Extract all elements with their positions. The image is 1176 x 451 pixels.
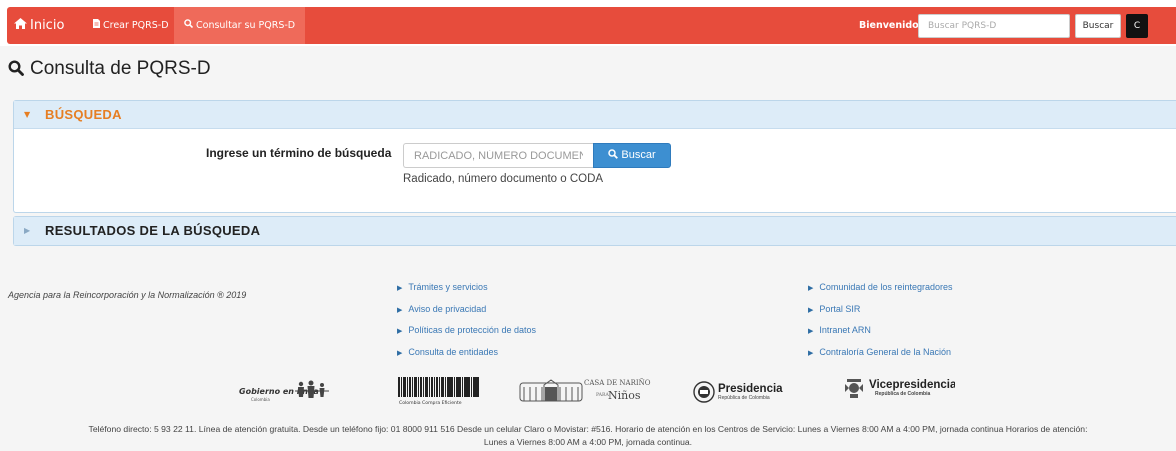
search-icon xyxy=(8,60,24,82)
nav-crear-link[interactable]: Crear PQRS-D xyxy=(93,7,169,44)
search-icon xyxy=(608,149,619,162)
svg-text:República de Colombia: República de Colombia xyxy=(718,395,770,401)
file-icon xyxy=(93,7,100,44)
nav-consultar-label: Consultar su PQRS-D xyxy=(196,20,296,31)
home-icon xyxy=(14,7,27,44)
footer-link-label: Comunidad de los reintegradores xyxy=(819,282,953,292)
results-panel: ▶ RESULTADOS DE LA BÚSQUEDA xyxy=(13,216,1176,246)
svg-text:Niños: Niños xyxy=(608,389,641,402)
footer-link-label: Contraloría General de la Nación xyxy=(819,346,951,357)
search-icon xyxy=(184,7,194,44)
search-term-input[interactable] xyxy=(403,143,593,168)
footer-link[interactable]: ▶ Comunidad de los reintegradores xyxy=(808,282,952,304)
welcome-text: Bienvenido xyxy=(859,20,919,31)
footer-link-label: Consulta de entidades xyxy=(408,346,498,357)
contact-line-2: Lunes a Viernes 8:00 AM a 4:00 PM, jorna… xyxy=(483,437,693,447)
footer-link[interactable]: ▶ Contraloría General de la Nación xyxy=(808,347,952,369)
footer-link[interactable]: ▶ Aviso de privacidad xyxy=(397,304,536,326)
footer-link[interactable]: ▶ Intranet ARN xyxy=(808,325,952,347)
footer-link-label: Intranet ARN xyxy=(819,325,871,335)
footer-link-label: Políticas de protección de datos xyxy=(408,325,536,335)
search-submit-label: Buscar xyxy=(621,149,656,161)
footer-link-label: Portal SIR xyxy=(819,303,861,314)
search-submit-button[interactable]: Buscar xyxy=(593,143,671,168)
footer-contact: Teléfono directo: 5 93 22 11. Línea de a… xyxy=(0,423,1176,449)
caret-right-icon: ▶ xyxy=(397,328,403,335)
nav-home-link[interactable]: Inicio xyxy=(14,7,64,44)
top-navbar: Inicio Crear PQRS-D Consultar su PQRS-D … xyxy=(0,0,1176,46)
svg-text:Colombia Compra Eficiente: Colombia Compra Eficiente xyxy=(399,400,462,406)
colombia-compra-eficiente-logo[interactable]: Colombia Compra Eficiente xyxy=(396,375,482,409)
contact-line-1: Teléfono directo: 5 93 22 11. Línea de a… xyxy=(88,424,1088,434)
svg-text:Vicepresidencia: Vicepresidencia xyxy=(869,379,955,391)
svg-text:República de Colombia: República de Colombia xyxy=(875,391,931,397)
footer-link[interactable]: ▶ Trámites y servicios xyxy=(397,282,536,304)
navbar-bar: Inicio Crear PQRS-D Consultar su PQRS-D … xyxy=(7,7,1176,44)
nav-crear-label: Crear PQRS-D xyxy=(103,20,169,31)
results-panel-title: RESULTADOS DE LA BÚSQUEDA xyxy=(45,223,261,238)
footer-agency: Agencia para la Reincorporación y la Nor… xyxy=(8,290,247,300)
chevron-down-icon: ▼ xyxy=(24,110,31,119)
caret-right-icon: ▶ xyxy=(808,285,814,292)
footer-links-col1: ▶ Trámites y servicios ▶ Aviso de privacid… xyxy=(397,282,536,368)
search-panel-title: BÚSQUEDA xyxy=(45,107,122,122)
caret-right-icon: ▶ xyxy=(397,306,403,314)
nav-search-button[interactable]: Buscar xyxy=(1075,14,1121,38)
footer-link[interactable]: ▶ Políticas de protección de datos xyxy=(397,325,536,347)
gobierno-en-linea-logo[interactable]: Gobierno en línea Colombia xyxy=(237,375,337,409)
nav-search-input[interactable] xyxy=(918,14,1070,38)
nav-consultar-link[interactable]: Consultar su PQRS-D xyxy=(174,7,306,44)
footer-link-label: Aviso de privacidad xyxy=(408,303,487,314)
caret-right-icon: ▶ xyxy=(808,306,814,314)
nav-home-label: Inicio xyxy=(30,18,65,33)
caret-right-icon: ▶ xyxy=(397,285,403,292)
page-title: Consulta de PQRS-D xyxy=(8,58,211,82)
footer-link[interactable]: ▶ Portal SIR xyxy=(808,304,952,326)
search-panel-header[interactable]: ▼ BÚSQUEDA xyxy=(14,101,1176,129)
search-panel: ▼ BÚSQUEDA Ingrese un término de búsqued… xyxy=(13,100,1176,213)
results-panel-header[interactable]: ▶ RESULTADOS DE LA BÚSQUEDA xyxy=(14,217,1176,245)
user-menu-button[interactable]: C xyxy=(1126,14,1148,38)
footer-link[interactable]: ▶ Consulta de entidades xyxy=(397,347,536,369)
casa-narino-logo[interactable]: CASA DE NARIÑO PARA Niños xyxy=(518,375,674,409)
svg-text:CASA DE NARIÑO: CASA DE NARIÑO xyxy=(584,378,651,387)
caret-right-icon: ▶ xyxy=(808,328,814,335)
footer-link-label: Trámites y servicios xyxy=(408,282,488,292)
page-title-text: Consulta de PQRS-D xyxy=(30,58,211,79)
svg-text:Colombia: Colombia xyxy=(251,397,270,402)
chevron-right-icon: ▶ xyxy=(24,226,31,235)
svg-text:Presidencia: Presidencia xyxy=(718,383,783,395)
caret-right-icon: ▶ xyxy=(808,349,814,357)
presidencia-logo[interactable]: Presidencia República de Colombia xyxy=(692,375,802,409)
caret-right-icon: ▶ xyxy=(397,349,403,357)
footer-links-col2: ▶ Comunidad de los reintegradores ▶ Portal… xyxy=(808,282,952,368)
vicepresidencia-logo[interactable]: Vicepresidencia República de Colombia xyxy=(843,375,957,409)
search-term-label: Ingrese un término de búsqueda xyxy=(206,146,392,160)
search-help-text: Radicado, número documento o CODA xyxy=(403,173,604,185)
